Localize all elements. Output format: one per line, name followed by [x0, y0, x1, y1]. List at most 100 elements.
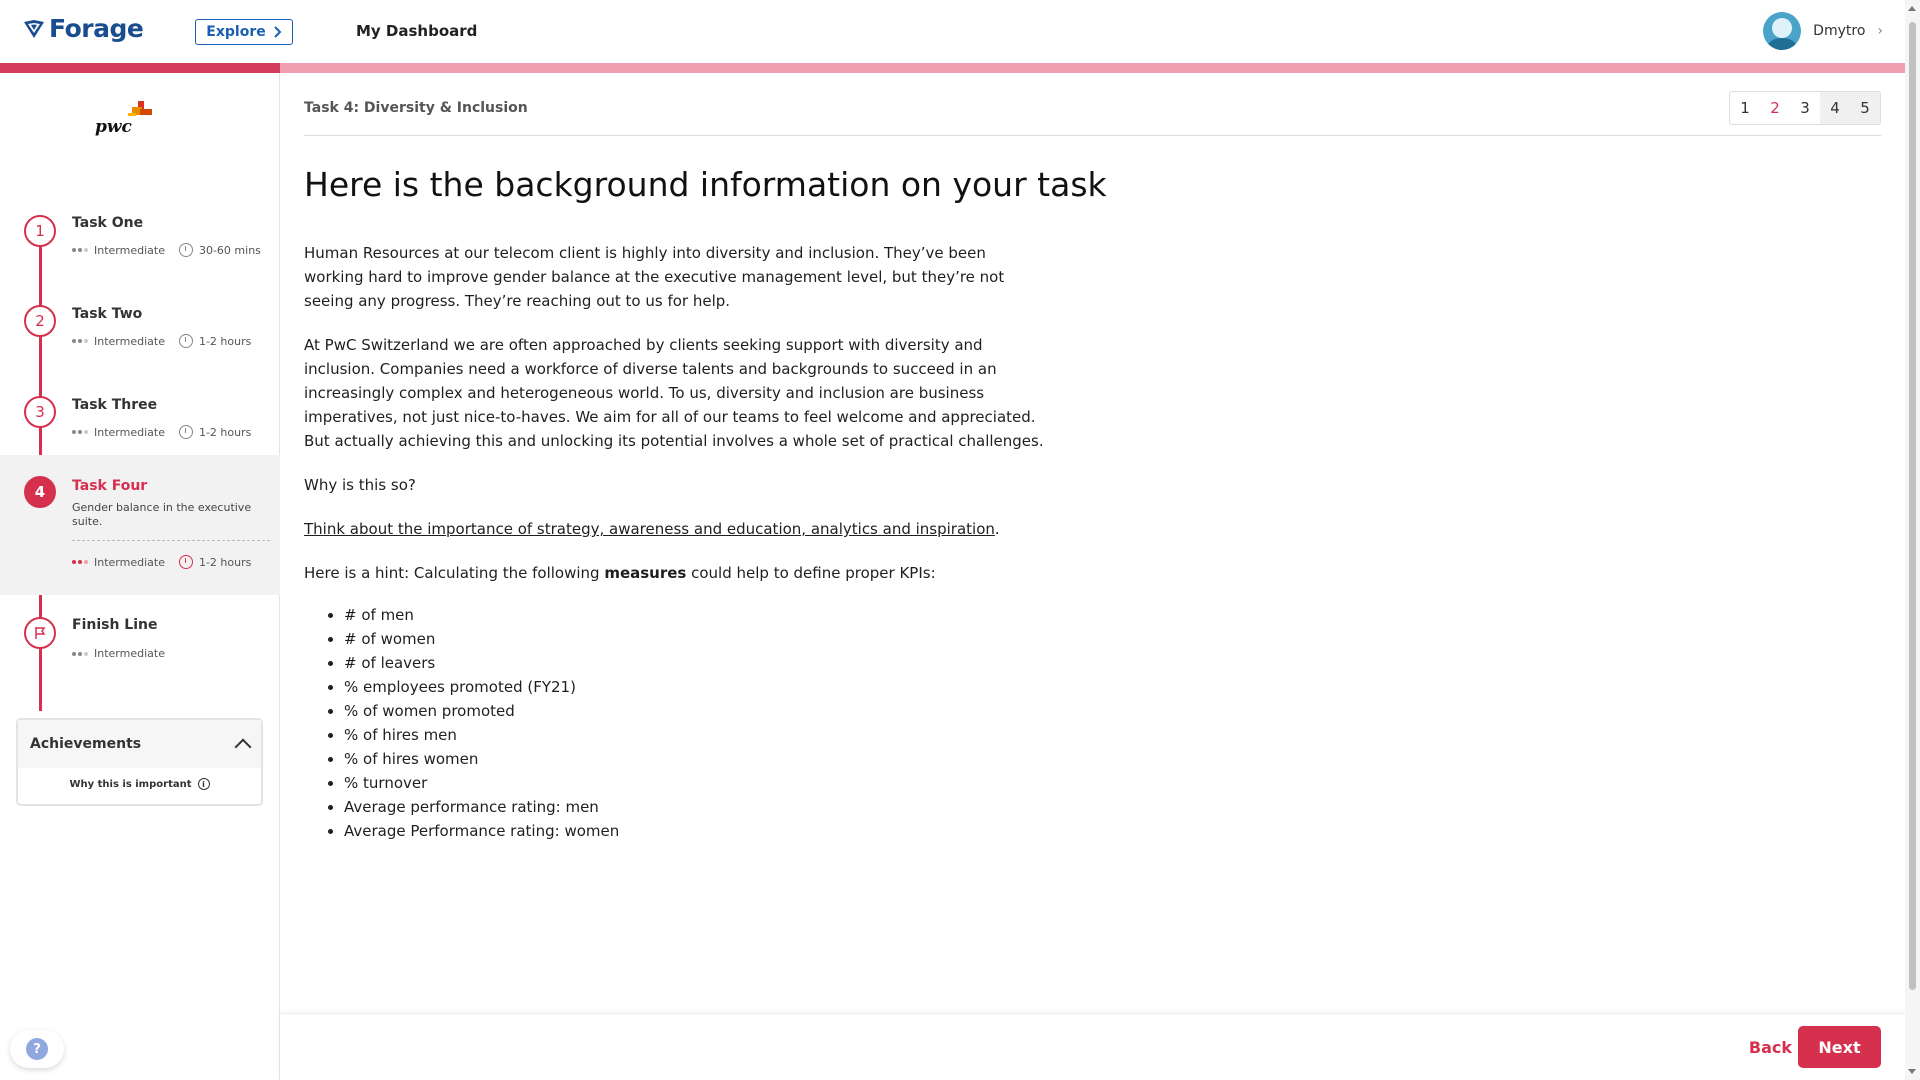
explore-button[interactable]: Explore — [195, 19, 293, 45]
task-number-badge: 2 — [24, 305, 56, 337]
pager-step-4[interactable]: 4 — [1820, 92, 1850, 124]
user-menu[interactable]: Dmytro › — [1763, 12, 1883, 50]
paragraph-why: Why is this so? — [304, 476, 416, 494]
scrollbar-thumb[interactable] — [1909, 22, 1916, 990]
task-content: Task 4: Diversity & Inclusion 1 2 3 4 5 … — [280, 73, 1905, 1013]
task-number-badge: 1 — [24, 215, 56, 247]
flag-icon-svg — [35, 627, 46, 639]
breadcrumb: Task 4: Diversity & Inclusion — [304, 100, 528, 116]
step-pager: 1 2 3 4 5 — [1729, 91, 1881, 125]
why-important-label: Why this is important — [69, 778, 192, 790]
achievements-title: Achievements — [30, 736, 142, 752]
pager-step-1[interactable]: 1 — [1730, 92, 1760, 124]
task-body: Human Resources at our telecom client is… — [304, 241, 1044, 843]
list-item: % employees promoted (FY21) — [344, 675, 1044, 699]
forage-logo[interactable]: Forage — [23, 14, 144, 43]
clock-icon — [178, 425, 193, 439]
page-scrollbar[interactable] — [1905, 0, 1920, 1080]
task-meta: Intermediate 1-2 hours — [72, 555, 251, 569]
difficulty-dots-icon — [72, 339, 88, 343]
list-item: % of hires women — [344, 747, 1044, 771]
task-description: Gender balance in the executive suite. — [72, 501, 252, 528]
clock-icon — [178, 555, 193, 569]
task-level: Intermediate — [94, 425, 165, 439]
link-suffix: . — [994, 520, 1000, 538]
help-button[interactable]: ? — [10, 1030, 64, 1068]
task-level: Intermediate — [94, 243, 165, 257]
hint-before: Here is a hint: Calculating the followin… — [304, 564, 605, 582]
task-meta: Intermediate 1-2 hours — [72, 334, 251, 348]
clock-icon — [178, 243, 193, 257]
task-duration: 1-2 hours — [198, 334, 252, 348]
task-number-badge: 3 — [24, 396, 56, 428]
chevron-right-icon: › — [1877, 23, 1883, 39]
task-duration: 1-2 hours — [198, 555, 252, 569]
pager-step-2[interactable]: 2 — [1760, 92, 1790, 124]
task-meta: Intermediate — [72, 647, 165, 660]
sidebar-item-task-two[interactable]: 2 Task Two Intermediate 1-2 hours — [0, 284, 280, 374]
progress-stripe-completed — [0, 63, 280, 73]
task-level: Intermediate — [94, 334, 165, 348]
task-level: Intermediate — [94, 555, 165, 569]
task-title: Finish Line — [72, 617, 158, 633]
sidebar-item-task-three[interactable]: 3 Task Three Intermediate 1-2 hours — [0, 375, 280, 465]
scroll-down-icon[interactable] — [1908, 1069, 1916, 1074]
top-navigation-bar: Forage Explore My Dashboard Dmytro › — [0, 0, 1905, 63]
task-number-badge: 4 — [24, 476, 56, 508]
task-level: Intermediate — [94, 647, 165, 660]
progress-stripe-remaining — [280, 63, 1905, 73]
pager-step-3[interactable]: 3 — [1790, 92, 1820, 124]
sidebar-item-finish-line[interactable]: Finish Line Intermediate — [0, 603, 280, 683]
paragraph-pwc: At PwC Switzerland we are often approach… — [304, 336, 1044, 450]
dashed-divider — [72, 540, 270, 541]
pwc-logo-text: pwc — [95, 117, 132, 137]
help-icon: ? — [26, 1038, 48, 1060]
hint-after: could help to define proper KPIs: — [686, 564, 936, 582]
pager-step-5[interactable]: 5 — [1850, 92, 1880, 124]
my-dashboard-link[interactable]: My Dashboard — [356, 22, 477, 40]
achievements-panel: Achievements Why this is important i — [16, 718, 263, 806]
paragraph-intro: Human Resources at our telecom client is… — [304, 244, 1005, 310]
task-title: Task Two — [72, 306, 143, 322]
measures-list: # of men # of women # of leavers % emplo… — [304, 603, 1044, 843]
forage-logo-icon — [24, 19, 44, 38]
next-button[interactable]: Next — [1798, 1026, 1881, 1068]
user-name: Dmytro — [1813, 23, 1866, 39]
difficulty-dots-icon — [72, 560, 88, 564]
avatar-icon — [1763, 12, 1802, 50]
explore-label: Explore — [206, 24, 266, 40]
info-icon: i — [197, 778, 210, 790]
list-item: % of hires men — [344, 723, 1044, 747]
flag-icon — [24, 617, 56, 649]
why-important-link[interactable]: Why this is important i — [18, 778, 261, 790]
clock-icon — [178, 334, 193, 348]
task-title: Task Four — [72, 478, 148, 494]
back-button[interactable]: Back — [1749, 1038, 1792, 1057]
task-duration: 1-2 hours — [198, 425, 252, 439]
task-title: Task One — [72, 215, 144, 231]
paragraph-hint: Here is a hint: Calculating the followin… — [304, 561, 1044, 585]
pwc-logo: pwc — [95, 101, 155, 141]
task-meta: Intermediate 1-2 hours — [72, 425, 251, 439]
list-item: % of women promoted — [344, 699, 1044, 723]
difficulty-dots-icon — [72, 430, 88, 434]
list-item: Average Performance rating: women — [344, 819, 1044, 843]
sidebar-item-task-four[interactable]: 4 Task Four Gender balance in the execut… — [0, 455, 280, 595]
list-item: Average performance rating: men — [344, 795, 1044, 819]
header-divider — [304, 135, 1881, 136]
task-sidebar: pwc 1 Task One Intermediate 30-60 mins 2… — [0, 73, 280, 1080]
task-duration: 30-60 mins — [198, 243, 261, 257]
list-item: # of men — [344, 603, 1044, 627]
strategy-link[interactable]: Think about the importance of strategy, … — [304, 520, 995, 538]
task-meta: Intermediate 30-60 mins — [72, 243, 261, 257]
hint-bold: measures — [604, 564, 687, 582]
difficulty-dots-icon — [72, 248, 88, 252]
achievements-header[interactable]: Achievements — [18, 720, 261, 768]
forage-logo-text: Forage — [49, 14, 144, 43]
page-title: Here is the background information on yo… — [304, 165, 1107, 204]
sidebar-item-task-one[interactable]: 1 Task One Intermediate 30-60 mins — [0, 193, 280, 283]
chevron-up-icon — [234, 738, 252, 756]
task-title: Task Three — [72, 397, 158, 413]
paragraph-link: Think about the importance of strategy, … — [304, 517, 1044, 541]
scroll-up-icon[interactable] — [1908, 6, 1916, 11]
